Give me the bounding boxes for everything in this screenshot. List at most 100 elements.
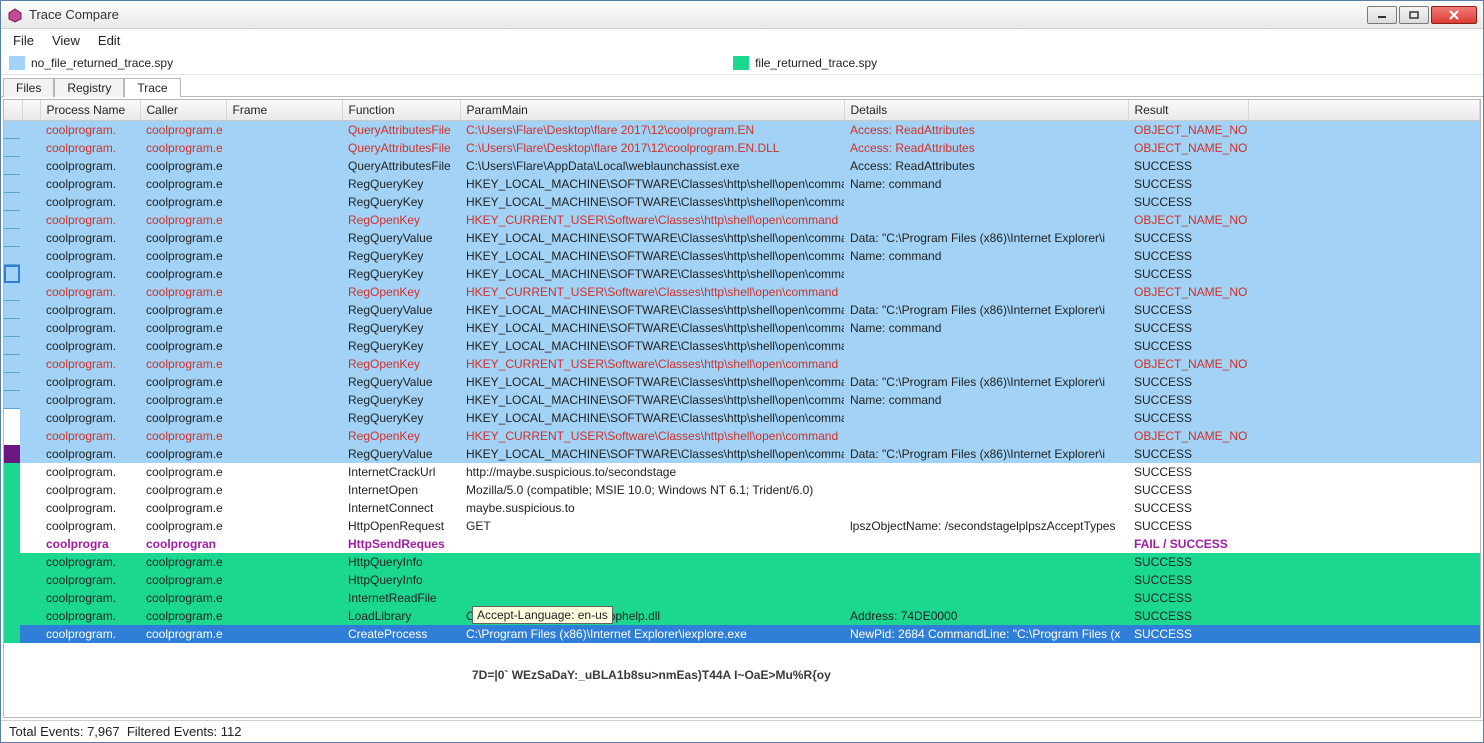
table-row[interactable]: coolprogram.coolprogram.eRegQueryValueHK… xyxy=(4,229,1480,247)
cell-details xyxy=(844,463,1128,481)
trace-table-container[interactable]: Process Name Caller Frame Function Param… xyxy=(3,99,1481,718)
statusbar: Total Events: 7,967 Filtered Events: 112 xyxy=(1,720,1483,742)
cell-function: QueryAttributesFile xyxy=(342,139,460,157)
table-row[interactable]: coolprogram.coolprogram.eRegQueryValueHK… xyxy=(4,301,1480,319)
col-caller[interactable]: Caller xyxy=(140,100,226,121)
cell-result: SUCCESS xyxy=(1128,571,1248,589)
table-row[interactable]: coolprogram.coolprogram.eQueryAttributes… xyxy=(4,157,1480,175)
cell-param: HKEY_CURRENT_USER\Software\Classes\http\… xyxy=(460,355,844,373)
cell-frame xyxy=(226,211,342,229)
tab-registry[interactable]: Registry xyxy=(54,78,124,97)
cell-details: Name: command xyxy=(844,319,1128,337)
table-row[interactable]: coolprogram.coolprogram.eQueryAttributes… xyxy=(4,121,1480,140)
cell-frame xyxy=(226,283,342,301)
table-row[interactable]: coolprogram.coolprogram.eRegQueryKeyHKEY… xyxy=(4,193,1480,211)
cell-process: coolprogram. xyxy=(40,499,140,517)
table-row[interactable]: coolprogram.coolprogram.eRegOpenKeyHKEY_… xyxy=(4,355,1480,373)
cell-result: SUCCESS xyxy=(1128,445,1248,463)
cell-details: Name: command xyxy=(844,247,1128,265)
table-row[interactable]: coolprogram.coolprogram.eHttpOpenRequest… xyxy=(4,517,1480,535)
cell-frame xyxy=(226,409,342,427)
table-row[interactable]: coolprogracoolprogranHttpSendRequesFAIL … xyxy=(4,535,1480,553)
cell-process: coolprogram. xyxy=(40,589,140,607)
table-row[interactable]: coolprogram.coolprogram.eInternetCrackUr… xyxy=(4,463,1480,481)
menu-file[interactable]: File xyxy=(13,33,34,48)
table-row[interactable]: coolprogram.coolprogram.eRegOpenKeyHKEY_… xyxy=(4,283,1480,301)
menu-view[interactable]: View xyxy=(52,33,80,48)
col-param[interactable]: ParamMain xyxy=(460,100,844,121)
table-row[interactable]: coolprogram.coolprogram.eRegOpenKeyHKEY_… xyxy=(4,427,1480,445)
table-row[interactable]: coolprogram.coolprogram.eCreateProcessC:… xyxy=(4,625,1480,643)
cell-caller: coolprogram.e xyxy=(140,571,226,589)
table-row[interactable]: coolprogram.coolprogram.eRegQueryKeyHKEY… xyxy=(4,337,1480,355)
cell-param: HKEY_LOCAL_MACHINE\SOFTWARE\Classes\http… xyxy=(460,373,844,391)
table-row[interactable]: coolprogram.coolprogram.eHttpQueryInfoSU… xyxy=(4,553,1480,571)
cell-result: SUCCESS xyxy=(1128,499,1248,517)
cell-process: coolprogram. xyxy=(40,427,140,445)
cell-frame xyxy=(226,193,342,211)
maximize-button[interactable] xyxy=(1399,6,1429,24)
cell-frame xyxy=(226,463,342,481)
row-gutter-icon xyxy=(4,553,20,571)
cell-result: SUCCESS xyxy=(1128,391,1248,409)
cell-frame xyxy=(226,391,342,409)
cell-function: RegQueryKey xyxy=(342,391,460,409)
cell-frame xyxy=(226,337,342,355)
table-row[interactable]: coolprogram.coolprogram.eRegQueryKeyHKEY… xyxy=(4,265,1480,283)
cell-param: HKEY_LOCAL_MACHINE\SOFTWARE\Classes\http… xyxy=(460,319,844,337)
trace-table: Process Name Caller Frame Function Param… xyxy=(4,100,1480,643)
table-row[interactable]: coolprogram.coolprogram.eRegQueryKeyHKEY… xyxy=(4,319,1480,337)
cell-details xyxy=(844,571,1128,589)
col-details[interactable]: Details xyxy=(844,100,1128,121)
col-frame[interactable]: Frame xyxy=(226,100,342,121)
tooltip: Accept-Language: en-us xyxy=(472,606,613,624)
table-row[interactable]: coolprogram.coolprogram.eQueryAttributes… xyxy=(4,139,1480,157)
cell-function: RegOpenKey xyxy=(342,355,460,373)
table-row[interactable]: coolprogram.coolprogram.eRegQueryKeyHKEY… xyxy=(4,409,1480,427)
table-row[interactable]: coolprogram.coolprogram.eRegQueryValueHK… xyxy=(4,445,1480,463)
cell-caller: coolprogram.e xyxy=(140,319,226,337)
cell-result: SUCCESS xyxy=(1128,157,1248,175)
close-button[interactable] xyxy=(1431,6,1477,24)
table-row[interactable]: coolprogram.coolprogram.eRegOpenKeyHKEY_… xyxy=(4,211,1480,229)
tab-trace[interactable]: Trace xyxy=(124,78,180,97)
col-process[interactable]: Process Name xyxy=(40,100,140,121)
row-gutter-icon xyxy=(4,265,20,283)
col-function[interactable]: Function xyxy=(342,100,460,121)
cell-details: Data: "C:\Program Files (x86)\Internet E… xyxy=(844,445,1128,463)
table-row[interactable]: coolprogram.coolprogram.eRegQueryKeyHKEY… xyxy=(4,175,1480,193)
table-row[interactable]: coolprogram.coolprogram.eHttpQueryInfoSU… xyxy=(4,571,1480,589)
table-row[interactable]: coolprogram.coolprogram.eRegQueryKeyHKEY… xyxy=(4,391,1480,409)
titlebar[interactable]: Trace Compare xyxy=(1,1,1483,29)
cell-param: C:\Users\Flare\Desktop\flare 2017\12\coo… xyxy=(460,121,844,140)
table-row[interactable]: coolprogram.coolprogram.eInternetReadFil… xyxy=(4,589,1480,607)
cell-caller: coolprogram.e xyxy=(140,337,226,355)
cell-process: coolprogram. xyxy=(40,481,140,499)
cell-caller: coolprogram.e xyxy=(140,157,226,175)
cell-function: RegQueryKey xyxy=(342,319,460,337)
cell-frame xyxy=(226,355,342,373)
cell-param: GET xyxy=(460,517,844,535)
table-row[interactable]: coolprogram.coolprogram.eRegQueryValueHK… xyxy=(4,373,1480,391)
cell-function: RegOpenKey xyxy=(342,283,460,301)
tab-files[interactable]: Files xyxy=(3,78,54,97)
row-gutter-icon xyxy=(4,373,20,391)
cell-details: Access: ReadAttributes xyxy=(844,121,1128,140)
menu-edit[interactable]: Edit xyxy=(98,33,120,48)
cell-param: HKEY_LOCAL_MACHINE\SOFTWARE\Classes\http… xyxy=(460,409,844,427)
row-gutter-icon xyxy=(4,391,20,409)
cell-caller: coolprogram.e xyxy=(140,427,226,445)
cell-param: HKEY_CURRENT_USER\Software\Classes\http\… xyxy=(460,211,844,229)
menubar: File View Edit xyxy=(1,29,1483,51)
cell-function: InternetOpen xyxy=(342,481,460,499)
table-row[interactable]: coolprogram.coolprogram.eLoadLibraryC:\W… xyxy=(4,607,1480,625)
table-row[interactable]: coolprogram.coolprogram.eInternetOpenMoz… xyxy=(4,481,1480,499)
col-result[interactable]: Result xyxy=(1128,100,1248,121)
table-row[interactable]: coolprogram.coolprogram.eRegQueryKeyHKEY… xyxy=(4,247,1480,265)
cell-details xyxy=(844,535,1128,553)
cell-param: HKEY_CURRENT_USER\Software\Classes\http\… xyxy=(460,283,844,301)
cell-process: coolprogram. xyxy=(40,517,140,535)
table-row[interactable]: coolprogram.coolprogram.eInternetConnect… xyxy=(4,499,1480,517)
status-filtered-label: Filtered Events: xyxy=(127,724,217,739)
minimize-button[interactable] xyxy=(1367,6,1397,24)
